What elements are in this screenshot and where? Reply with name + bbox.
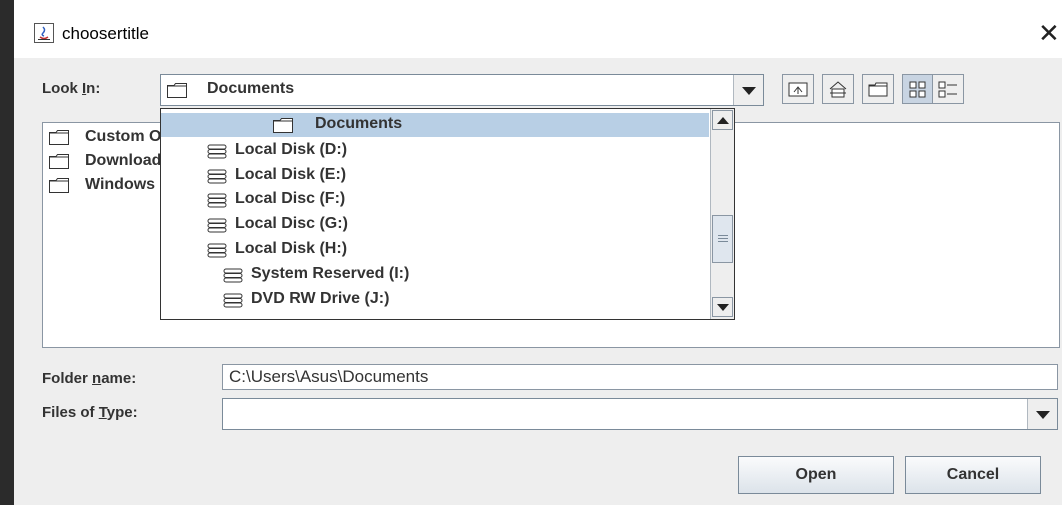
chevron-up-icon — [717, 117, 729, 124]
dropdown-item-local-disk-d[interactable]: Local Disk (D:) — [161, 139, 709, 163]
home-icon — [829, 81, 847, 98]
window-title: choosertitle — [62, 24, 149, 43]
dropdown-item-label: Local Disk (H:) — [235, 240, 348, 257]
dropdown-item-label: Local Disc (F:) — [235, 190, 346, 207]
files-of-type-dropdown-button[interactable] — [1027, 399, 1057, 429]
dropdown-item-label: Local Disk (D:) — [235, 141, 348, 158]
scroll-down-button[interactable] — [712, 297, 733, 317]
files-of-type-combo[interactable] — [222, 398, 1058, 430]
chevron-down-icon — [1036, 411, 1050, 419]
details-view-icon — [938, 81, 957, 98]
file-chooser-dialog: choosertitle ✕ Look In: Documents Custom… — [14, 0, 1062, 505]
folder-icon — [49, 154, 69, 169]
dropdown-item-documents[interactable]: Documents — [161, 113, 709, 137]
folder-icon — [49, 178, 69, 193]
up-one-level-button[interactable] — [782, 74, 814, 104]
dropdown-item-label: Local Disk (E:) — [235, 166, 347, 183]
dropdown-item-local-disk-e[interactable]: Local Disk (E:) — [161, 164, 709, 188]
close-icon[interactable]: ✕ — [1038, 18, 1060, 49]
details-view-button[interactable] — [932, 74, 964, 104]
list-view-button[interactable] — [902, 74, 934, 104]
new-folder-button[interactable] — [862, 74, 894, 104]
drive-icon — [207, 169, 227, 184]
look-in-label: Look In: — [42, 80, 101, 97]
look-in-value: Documents — [207, 80, 295, 97]
dropdown-item-local-disc-g[interactable]: Local Disc (G:) — [161, 213, 709, 237]
dropdown-item-label: Local Disc (G:) — [235, 215, 348, 232]
folder-name-input[interactable] — [222, 364, 1058, 390]
scroll-up-button[interactable] — [712, 110, 733, 130]
dropdown-item-dvd-rw-drive-j[interactable]: DVD RW Drive (J:) — [161, 288, 709, 312]
drive-icon — [207, 193, 227, 208]
dropdown-item-system-reserved-i[interactable]: System Reserved (I:) — [161, 263, 709, 287]
look-in-combo[interactable]: Documents — [160, 74, 764, 106]
look-in-dropdown-list[interactable]: Documents Local Disk (D:) Local Disk (E:… — [160, 108, 735, 320]
grip-line — [718, 241, 728, 242]
java-app-icon — [34, 23, 54, 43]
new-folder-icon — [868, 82, 888, 97]
drive-icon — [207, 144, 227, 159]
dropdown-item-label: System Reserved (I:) — [251, 265, 410, 282]
list-view-icon — [909, 81, 926, 98]
title-bar: choosertitle ✕ — [14, 0, 1062, 58]
dropdown-item-local-disc-f[interactable]: Local Disc (F:) — [161, 188, 709, 212]
home-button[interactable] — [822, 74, 854, 104]
grip-line — [718, 238, 728, 239]
grip-line — [718, 235, 728, 236]
folder-name-label: Folder name: — [42, 370, 137, 387]
folder-icon — [167, 83, 187, 98]
open-button[interactable]: Open — [738, 456, 894, 494]
drive-icon — [207, 218, 227, 233]
files-of-type-label: Files of Type: — [42, 404, 138, 421]
folder-icon — [49, 130, 69, 145]
look-in-dropdown-button[interactable] — [733, 75, 763, 105]
chevron-down-icon — [717, 304, 729, 311]
dropdown-scrollbar[interactable] — [710, 109, 734, 319]
drive-icon — [223, 268, 243, 283]
up-one-level-icon — [788, 82, 808, 97]
file-item-label: Windows — [85, 176, 156, 193]
dropdown-item-label: DVD RW Drive (J:) — [251, 290, 390, 307]
scrollbar-thumb[interactable] — [712, 215, 733, 263]
chevron-down-icon — [742, 87, 756, 95]
drive-icon — [207, 243, 227, 258]
dropdown-item-local-disk-h[interactable]: Local Disk (H:) — [161, 238, 709, 262]
cancel-button[interactable]: Cancel — [905, 456, 1041, 494]
folder-icon — [273, 118, 293, 133]
file-item-label: Downloads — [85, 152, 171, 169]
drive-icon — [223, 293, 243, 308]
dropdown-item-label: Documents — [315, 115, 403, 132]
